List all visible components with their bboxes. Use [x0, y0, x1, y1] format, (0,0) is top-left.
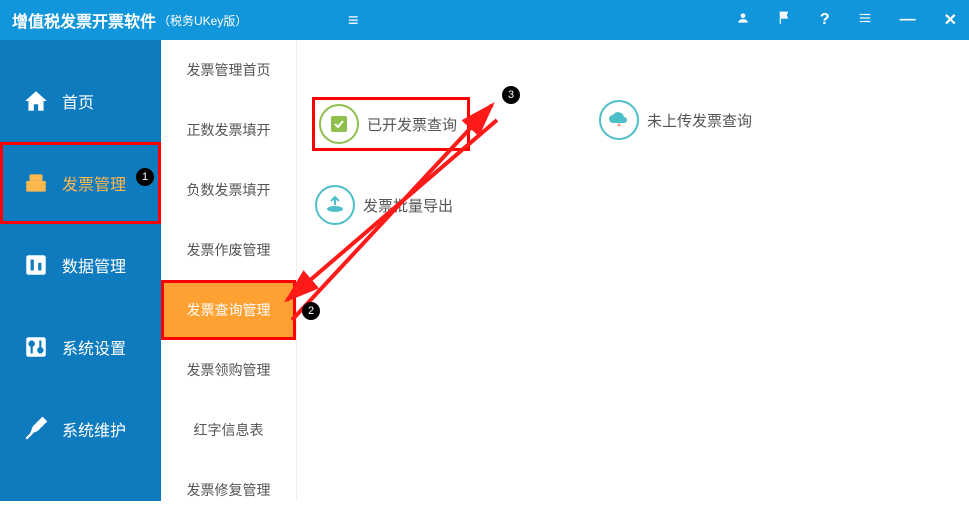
sidebar-item-data[interactable]: 数据管理 [0, 224, 161, 306]
data-icon [22, 251, 50, 279]
menu-icon[interactable] [858, 11, 872, 30]
sidebar-item-label: 数据管理 [62, 253, 126, 277]
submenu-item-redletter[interactable]: 红字信息表 [161, 400, 296, 460]
home-icon [22, 87, 50, 115]
submenu-item-positive[interactable]: 正数发票填开 [161, 100, 296, 160]
toggle-menu-icon[interactable]: ≡ [348, 10, 359, 31]
submenu-item-repair[interactable]: 发票修复管理 [161, 460, 296, 520]
sidebar-item-invoice[interactable]: 发票管理 [0, 142, 161, 224]
sidebar: 首页 发票管理 数据管理 系统设置 [0, 40, 161, 501]
annotation-badge-2: 2 [302, 302, 320, 320]
sidebar-item-label: 系统设置 [62, 335, 126, 359]
invoice-icon [22, 169, 50, 197]
func-unuploaded-query[interactable]: 未上传发票查询 [599, 100, 752, 140]
settings-icon [22, 333, 50, 361]
submenu-item-void[interactable]: 发票作废管理 [161, 220, 296, 280]
export-icon [315, 185, 355, 225]
func-label: 发票批量导出 [363, 195, 453, 216]
titlebar: 增值税发票开票软件 （税务UKey版） ≡ ? — ✕ [0, 0, 969, 40]
submenu-item-negative[interactable]: 负数发票填开 [161, 160, 296, 220]
app-title: 增值税发票开票软件 [12, 8, 156, 32]
help-icon[interactable]: ? [820, 11, 830, 29]
sidebar-item-settings[interactable]: 系统设置 [0, 306, 161, 388]
check-icon [319, 104, 359, 144]
submenu: 发票管理首页 正数发票填开 负数发票填开 发票作废管理 发票查询管理 发票领购管… [161, 40, 297, 501]
sidebar-item-label: 系统维护 [62, 417, 126, 441]
flag-icon[interactable] [778, 11, 792, 30]
annotation-badge-1: 1 [136, 168, 154, 186]
func-batch-export[interactable]: 发票批量导出 [315, 185, 453, 225]
func-issued-query[interactable]: 已开发票查询 [315, 100, 467, 148]
content-area: 已开发票查询 未上传发票查询 发票批量导出 [297, 40, 969, 501]
tools-icon [22, 415, 50, 443]
submenu-item-query[interactable]: 发票查询管理 [161, 280, 296, 340]
app-subtitle: （税务UKey版） [158, 12, 247, 29]
annotation-badge-3: 3 [502, 86, 520, 104]
sidebar-item-label: 首页 [62, 89, 94, 113]
close-icon[interactable]: ✕ [944, 10, 957, 30]
submenu-item-purchase[interactable]: 发票领购管理 [161, 340, 296, 400]
minimize-icon[interactable]: — [900, 11, 916, 29]
user-icon[interactable] [736, 11, 750, 30]
sidebar-item-maintenance[interactable]: 系统维护 [0, 388, 161, 470]
submenu-item-home[interactable]: 发票管理首页 [161, 40, 296, 100]
sidebar-item-home[interactable]: 首页 [0, 60, 161, 142]
sidebar-item-label: 发票管理 [62, 171, 126, 195]
window-controls: ? — ✕ [736, 0, 957, 40]
cloud-icon [599, 100, 639, 140]
func-label: 已开发票查询 [367, 114, 457, 135]
func-label: 未上传发票查询 [647, 110, 752, 131]
